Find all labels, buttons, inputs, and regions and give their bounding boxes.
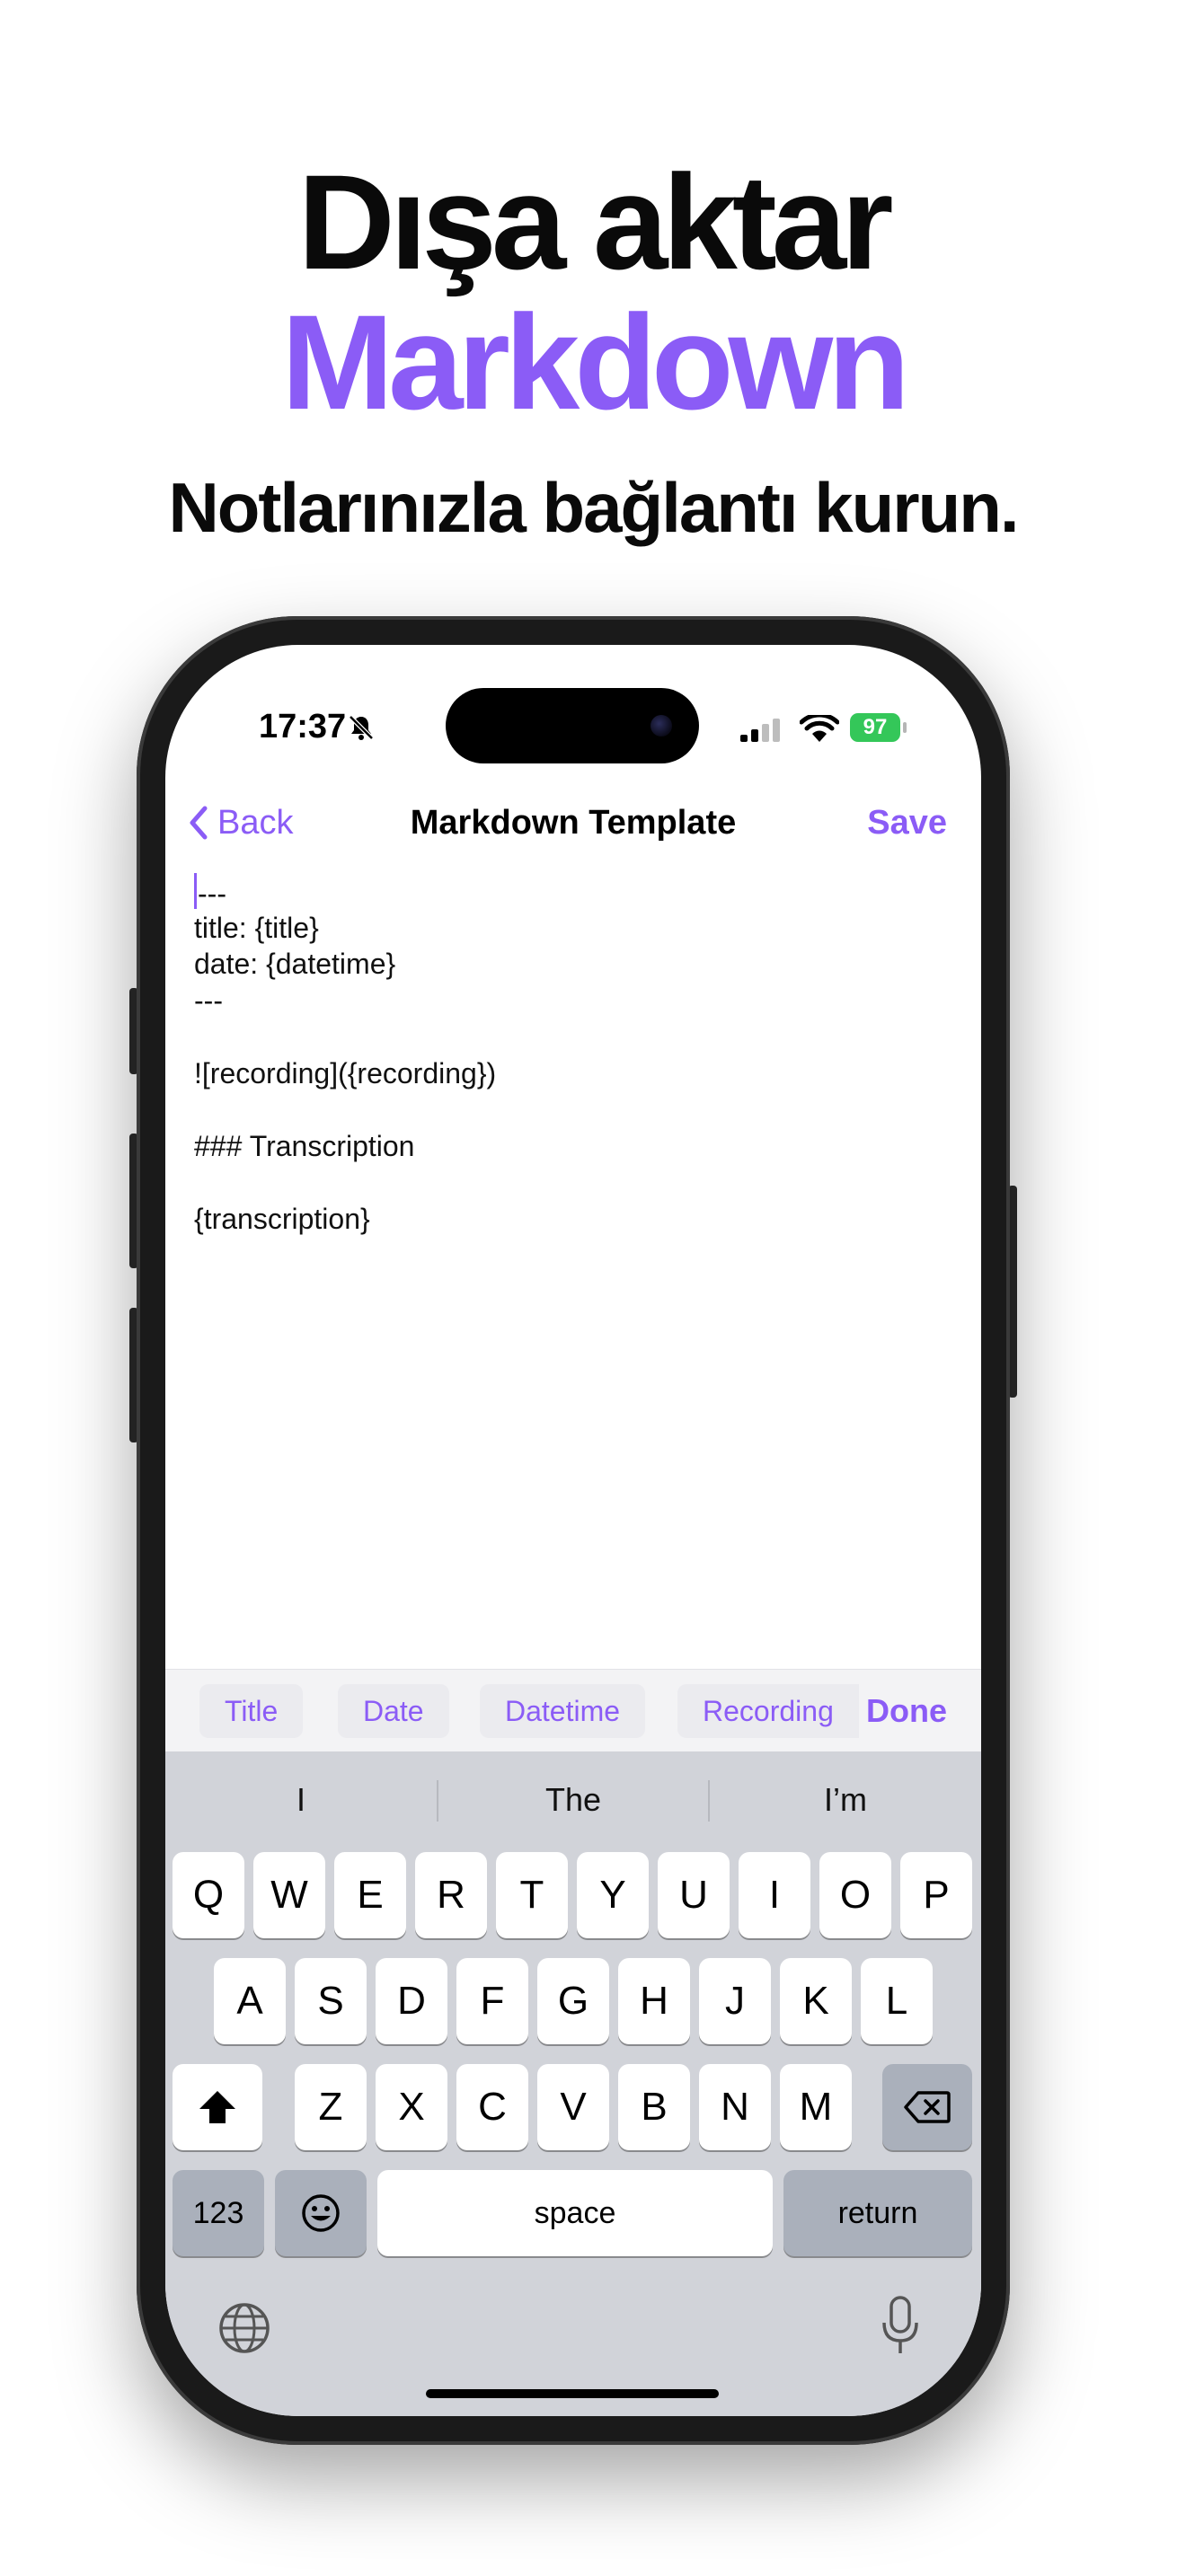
key-t[interactable]: T (496, 1852, 568, 1938)
key-r[interactable]: R (415, 1852, 487, 1938)
placeholder-toolbar: Title Date Datetime Recording Done (165, 1669, 981, 1752)
key-u[interactable]: U (658, 1852, 730, 1938)
back-label: Back (217, 803, 294, 842)
space-key[interactable]: space (377, 2170, 773, 2256)
emoji-key[interactable] (275, 2170, 367, 2256)
insert-datetime-button[interactable]: Datetime (480, 1684, 646, 1738)
shift-key[interactable] (173, 2064, 262, 2150)
key-b[interactable]: B (618, 2064, 690, 2150)
key-k[interactable]: K (780, 1958, 852, 2044)
key-q[interactable]: Q (173, 1852, 244, 1938)
key-h[interactable]: H (618, 1958, 690, 2044)
key-a[interactable]: A (214, 1958, 286, 2044)
phone-frame: 17:37 97 Back Markdown Template Save ---… (137, 616, 1010, 2445)
key-d[interactable]: D (376, 1958, 447, 2044)
suggestion-item[interactable]: I (165, 1751, 437, 1848)
keyboard: I The I’m Q W E R T Y U I O P A S D F G … (165, 1751, 981, 2416)
save-button[interactable]: Save (867, 787, 947, 859)
key-c[interactable]: C (456, 2064, 528, 2150)
template-editor[interactable]: --- title: {title} date: {datetime} --- … (194, 873, 949, 1699)
key-n[interactable]: N (699, 2064, 771, 2150)
navigation-bar: Back Markdown Template Save (165, 787, 981, 859)
numbers-key[interactable]: 123 (173, 2170, 264, 2256)
key-y[interactable]: Y (577, 1852, 649, 1938)
editor-line: --- (194, 984, 223, 1017)
home-indicator (426, 2389, 719, 2398)
promo-headline-accent: Markdown (281, 287, 910, 437)
globe-icon[interactable] (217, 2301, 271, 2355)
return-key[interactable]: return (783, 2170, 972, 2256)
key-s[interactable]: S (295, 1958, 367, 2044)
status-bar: 17:37 97 (165, 645, 981, 763)
editor-line: --- (194, 873, 949, 910)
key-o[interactable]: O (819, 1852, 891, 1938)
key-x[interactable]: X (376, 2064, 447, 2150)
key-z[interactable]: Z (295, 2064, 367, 2150)
insert-recording-button[interactable]: Recording (677, 1684, 859, 1738)
text-caret (194, 873, 197, 909)
key-w[interactable]: W (253, 1852, 325, 1938)
editor-line: title: {title} (194, 911, 319, 944)
editor-line: date: {datetime} (194, 948, 396, 980)
promo-subtitle: Notlarınızla bağlantı kurun. (168, 468, 1019, 547)
insert-title-button[interactable]: Title (199, 1684, 304, 1738)
microphone-icon[interactable] (881, 2296, 920, 2357)
silent-bell-icon (349, 715, 374, 740)
shift-arrow-icon (199, 2091, 235, 2123)
phone-screen: 17:37 97 Back Markdown Template Save ---… (165, 645, 981, 2416)
editor-line: ![recording]({recording}) (194, 1056, 497, 1090)
done-button[interactable]: Done (866, 1670, 947, 1752)
key-v[interactable]: V (537, 2064, 609, 2150)
back-button[interactable]: Back (187, 787, 293, 859)
cellular-signal-icon (740, 719, 780, 742)
wifi-icon (800, 715, 839, 742)
status-time: 17:37 (259, 708, 347, 745)
key-j[interactable]: J (699, 1958, 771, 2044)
emoji-icon (302, 2194, 340, 2232)
suggestion-item[interactable]: The (438, 1751, 709, 1848)
key-m[interactable]: M (780, 2064, 852, 2150)
key-i[interactable]: I (739, 1852, 810, 1938)
suggestion-item[interactable]: I’m (710, 1751, 981, 1848)
suggestion-bar: I The I’m (165, 1751, 981, 1848)
battery-cap (903, 722, 907, 733)
editor-line: ### Transcription (194, 1129, 415, 1162)
battery-indicator: 97 (850, 713, 900, 742)
chevron-left-icon (190, 806, 208, 840)
key-g[interactable]: G (537, 1958, 609, 2044)
front-camera (651, 715, 672, 737)
insert-date-button[interactable]: Date (338, 1684, 449, 1738)
key-p[interactable]: P (900, 1852, 972, 1938)
editor-line: {transcription} (194, 1202, 370, 1235)
delete-key[interactable] (882, 2064, 972, 2150)
promo-headline: Dışa aktar (297, 146, 893, 297)
key-e[interactable]: E (334, 1852, 406, 1938)
key-l[interactable]: L (861, 1958, 933, 2044)
backspace-icon (904, 2091, 951, 2123)
key-f[interactable]: F (456, 1958, 528, 2044)
